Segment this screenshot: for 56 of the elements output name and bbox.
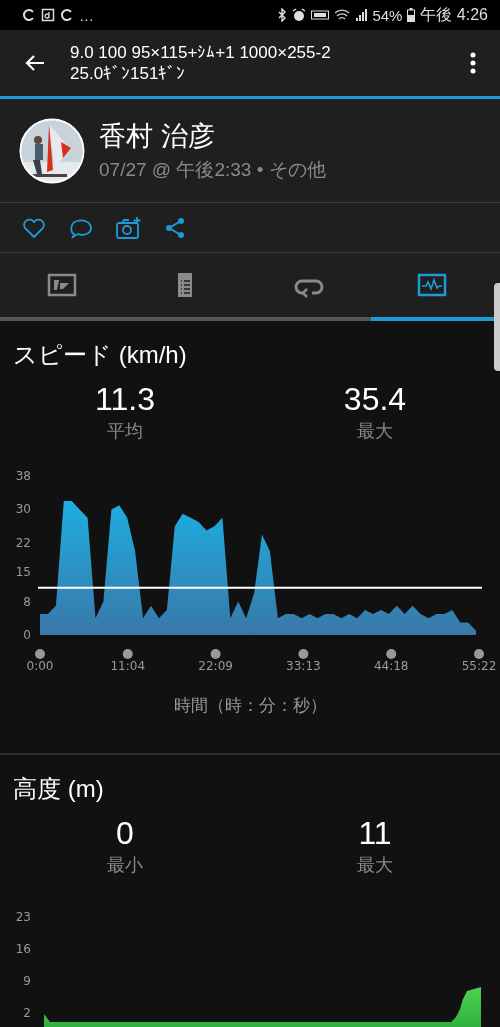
axis-tick-label: 8 xyxy=(23,594,31,609)
slider-dot xyxy=(122,649,133,659)
axis-tick-label: 9 xyxy=(23,974,31,988)
scroll-handle[interactable] xyxy=(494,283,500,371)
sync-icon xyxy=(22,8,36,22)
axis-tick-label: 16 xyxy=(15,942,31,956)
volte-icon xyxy=(311,10,330,20)
axis-tick-label: 55:22 xyxy=(461,659,497,673)
alarm-icon xyxy=(292,8,307,22)
slider-dot xyxy=(298,649,309,659)
axis-tick-label: 33:13 xyxy=(286,659,321,673)
stat-label: 最大 xyxy=(357,854,393,877)
stat-label: 最小 xyxy=(107,854,143,877)
axis-tick-label: 22:09 xyxy=(198,659,233,673)
stat-value: 0 xyxy=(116,815,134,851)
screen-title: 9.0 100 95×115+ｼﾑ+1 1000×255-2 25.0ｷﾞﾝ151ｷﾞﾝ xyxy=(70,42,332,84)
stat-value: 11 xyxy=(358,815,392,851)
chart-icon xyxy=(417,271,448,299)
battery-icon xyxy=(407,8,416,22)
section-title: スピード (km/h) xyxy=(13,340,187,370)
axis-tick-label: 30 xyxy=(15,502,31,517)
slider-dot xyxy=(35,649,45,659)
wifi-icon xyxy=(334,8,351,22)
stat-label: 平均 xyxy=(107,420,143,443)
stat-value: 35.4 xyxy=(343,381,407,417)
athlete-name: 香村 治彦 xyxy=(99,119,216,153)
axis-title: 時間（時：分：秒） xyxy=(172,695,328,717)
clock-time: 午後 4:26 xyxy=(420,4,488,25)
sync-icon xyxy=(60,8,74,22)
axis-tick-label: 2 xyxy=(23,1006,31,1020)
slider-dot xyxy=(210,649,221,659)
heart-icon[interactable] xyxy=(22,216,46,239)
stat-label: 最大 xyxy=(357,420,393,443)
camera-plus-icon[interactable] xyxy=(116,215,142,240)
axis-tick-label: 11:04 xyxy=(110,659,146,673)
axis-tick-label: 38 xyxy=(15,469,31,483)
overflow-dots: … xyxy=(79,6,94,24)
axis-tick-label: 0:00 xyxy=(26,659,54,673)
section-title: 高度 (m) xyxy=(13,774,104,804)
bluetooth-icon xyxy=(277,8,288,22)
share-icon[interactable] xyxy=(164,216,186,239)
axis-tick-label: 22 xyxy=(15,535,31,550)
stat-value: 11.3 xyxy=(95,381,155,417)
slider-dot xyxy=(474,649,484,659)
comment-icon[interactable] xyxy=(68,216,94,239)
slider-dot xyxy=(386,649,397,659)
more-menu-icon[interactable] xyxy=(470,52,476,74)
axis-tick-label: 44:18 xyxy=(373,659,409,673)
d-icon xyxy=(41,8,55,22)
axis-tick-label: 23 xyxy=(15,910,31,924)
summary-icon xyxy=(46,271,77,299)
battery-percent: 54% xyxy=(372,6,403,24)
activity-info: 07/27 @ 午後2:33 • その他 xyxy=(99,157,326,182)
axis-tick-label: 15 xyxy=(15,565,31,580)
axis-tick-label: 0 xyxy=(23,628,31,642)
signal-icon xyxy=(355,8,368,22)
